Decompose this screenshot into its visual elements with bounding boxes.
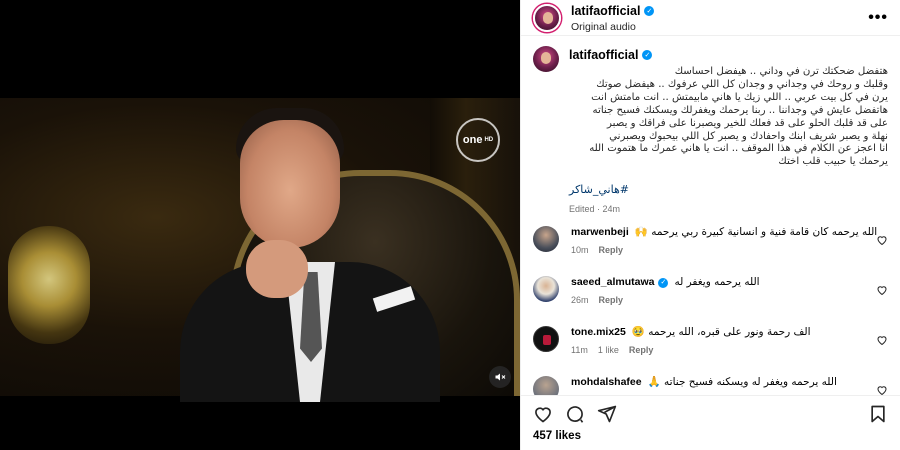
reply-button[interactable]: Reply [599, 245, 624, 255]
reply-button[interactable]: Reply [599, 295, 624, 305]
comment-username[interactable]: saeed_almutawa [571, 276, 654, 289]
comment-time: 10m [571, 245, 589, 255]
caption-line: يرن في كل بيت عربي .. اللي زيك يا هاني م… [591, 91, 888, 103]
verified-icon: ✓ [642, 50, 653, 60]
original-audio-link[interactable]: Original audio [571, 21, 654, 33]
verified-icon: ✓ [658, 277, 669, 288]
channel-logo: one HD [456, 118, 500, 162]
hashtag-link[interactable]: #هاني_شاكر [569, 183, 629, 196]
heart-icon[interactable] [876, 234, 888, 246]
background-lamp [8, 226, 90, 344]
channel-logo-text: one [462, 134, 483, 146]
caption-line: نهلة و يصبر شريف ابنك واحفادك و يصبر كل … [609, 130, 888, 142]
channel-logo-hd: HD [484, 137, 494, 143]
mute-icon [495, 373, 506, 381]
comment-item: saeed_almutawa ✓ الله يرحمه ويغفر له 26m Re… [533, 276, 888, 305]
person-face [240, 120, 340, 248]
like-count[interactable]: 457 likes [521, 426, 900, 442]
comment-item: marwenbeji الله يرحمه كان قامة فنية و انس… [533, 226, 888, 255]
caption-line: هتفضل ضحكتك ترن في وداني .. هيفضل احساسك [674, 66, 888, 77]
share-icon[interactable] [597, 404, 617, 424]
comment-text: الله يرحمه ويغفر له ويسكنه فسيح جناته 🙏 [647, 376, 837, 388]
caption-line: هاتفضل عايش في وجداننا .. ربنا يرحمك ويغ… [592, 104, 888, 116]
comment-text: الف رحمة ونور على قبره، الله يرحمه 🥹 [631, 326, 811, 338]
comment-avatar[interactable] [533, 326, 559, 352]
reply-button[interactable]: Reply [629, 345, 654, 355]
comment-text: الله يرحمه كان قامة فنية و انسانية كبيرة… [634, 226, 878, 238]
post-caption: latifaofficial ✓ هتفضل ضحكتك ترن في ودان… [533, 46, 888, 214]
caption-username[interactable]: latifaofficial [569, 48, 638, 62]
caption-line: انا اعجز عن الكلام في هذا الموقف .. انت … [589, 143, 888, 155]
caption-line: وقلبك و روحك في وجداني و وجدان كل اللي ع… [596, 78, 888, 90]
comment-username[interactable]: mohdalshafee [571, 376, 642, 389]
post-media[interactable]: one HD [0, 0, 520, 450]
comment-username[interactable]: tone.mix25 [571, 326, 626, 339]
person-hand [246, 240, 308, 298]
heart-icon[interactable] [533, 404, 553, 424]
caption-username-link[interactable]: latifaofficial ✓ [569, 48, 653, 62]
profile-avatar[interactable] [533, 3, 561, 32]
edited-timestamp: Edited · 24m [569, 204, 621, 215]
more-icon[interactable]: ••• [868, 10, 888, 26]
caption-line: يرحمك يا حبيب قلب اختك [778, 156, 888, 168]
comment-time: 26m [571, 295, 589, 305]
verified-icon: ✓ [644, 6, 655, 17]
comment-time: 11m [571, 345, 588, 355]
heart-icon[interactable] [876, 284, 888, 296]
save-icon[interactable] [868, 404, 888, 424]
mute-button[interactable] [489, 366, 511, 388]
comment-avatar[interactable] [533, 276, 559, 302]
comment-like-count[interactable]: 1 like [598, 345, 619, 355]
heart-icon[interactable] [876, 334, 888, 346]
post-header: latifaofficial ✓ Original audio ••• [521, 0, 900, 36]
comment-icon[interactable] [565, 404, 585, 424]
post-side-panel: latifaofficial ✓ Original audio ••• lati… [520, 0, 900, 450]
caption-line: على قد قلبك الحلو على قد فعلك للخير ويصب… [607, 117, 888, 129]
header-username-link[interactable]: latifaofficial ✓ [571, 4, 655, 18]
comment-text: الله يرحمه ويغفر له [674, 276, 760, 288]
header-username[interactable]: latifaofficial [571, 4, 640, 18]
comment-username[interactable]: marwenbeji [571, 226, 629, 239]
caption-text: هتفضل ضحكتك ترن في وداني .. هيفضل احساسك… [569, 66, 888, 169]
comment-username-link[interactable]: saeed_almutawa ✓ [571, 276, 669, 289]
action-bar: 457 likes [521, 395, 900, 450]
caption-avatar[interactable] [533, 46, 559, 72]
comment-item: tone.mix25 الف رحمة ونور على قبره، الله ي… [533, 326, 888, 355]
comment-avatar[interactable] [533, 226, 559, 252]
